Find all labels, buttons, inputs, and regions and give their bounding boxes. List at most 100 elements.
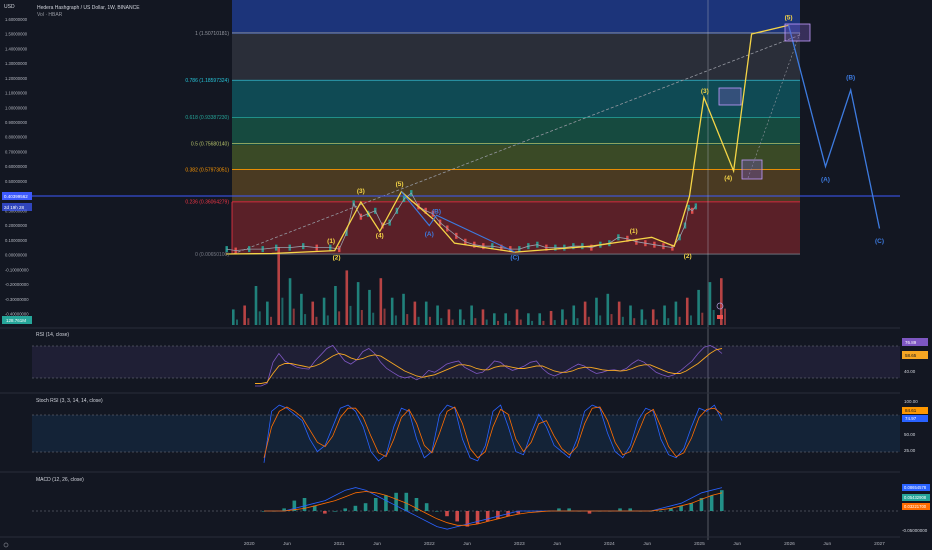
macd-bar bbox=[496, 511, 500, 519]
volume-bar bbox=[565, 319, 568, 325]
currency-label[interactable]: USD bbox=[4, 4, 15, 10]
fib-zones bbox=[232, 0, 800, 254]
wave-label: (4) bbox=[724, 175, 732, 182]
fib-zone-786 bbox=[232, 81, 800, 118]
stoch-label[interactable]: Stoch RSI (3, 3, 14, 14, close) bbox=[36, 398, 103, 404]
wave-label: (B) bbox=[432, 209, 441, 216]
wave4-box bbox=[741, 159, 763, 180]
volume-bar bbox=[587, 316, 590, 325]
time-tick: 2020 bbox=[244, 541, 255, 547]
time-tick: 2027 bbox=[874, 541, 885, 547]
time-tick: 2022 bbox=[424, 541, 435, 547]
rsi-label[interactable]: RSI (14, close) bbox=[36, 332, 69, 338]
volume-bar bbox=[572, 305, 576, 325]
macd-label[interactable]: MACD (12, 26, close) bbox=[36, 477, 84, 483]
volume-bar bbox=[519, 319, 522, 325]
volume-bar bbox=[288, 278, 292, 325]
volume-bar bbox=[292, 308, 295, 325]
fib-label: 1 (1.50710181) bbox=[195, 31, 229, 37]
volume-bar bbox=[413, 301, 417, 325]
volume-bar bbox=[277, 247, 280, 325]
chart-root: (1) (2) (3) (4) (5) (A) (B) (C) (1) (2) (3) (4) (5) (… bbox=[0, 0, 932, 550]
volume-bar bbox=[504, 313, 507, 325]
volume-bar bbox=[270, 316, 273, 325]
volume-bar bbox=[383, 308, 386, 325]
macd-bar bbox=[435, 511, 439, 512]
stoch-band bbox=[32, 415, 900, 452]
volume-bar bbox=[644, 319, 647, 325]
wave-label: (C) bbox=[875, 238, 884, 245]
time-tick: 2021 bbox=[334, 541, 345, 547]
price-tick: 1.40000000 bbox=[5, 46, 28, 51]
macd-tick: -0.05000000 bbox=[902, 528, 928, 533]
volume-bar bbox=[508, 320, 511, 325]
volume-bar bbox=[406, 314, 409, 325]
macd-bar bbox=[709, 495, 714, 511]
volume-bar bbox=[655, 319, 658, 325]
volume-bar bbox=[379, 278, 383, 325]
wave-label: (4) bbox=[376, 232, 384, 239]
volume-bar bbox=[360, 309, 363, 325]
chart-title[interactable]: Hedera Hashgraph / US Dollar, 1W, BINANC… bbox=[37, 5, 140, 11]
wave-label: (B) bbox=[846, 75, 855, 82]
volume-bar bbox=[527, 313, 530, 325]
volume-bar bbox=[701, 312, 704, 325]
volume-bar bbox=[640, 309, 644, 325]
macd-bar bbox=[689, 503, 694, 511]
countdown-text: 2d 19h 28 bbox=[4, 205, 25, 210]
price-tick: -0.40000000 bbox=[5, 312, 29, 317]
volume-label[interactable]: Vol · HBAR bbox=[37, 12, 63, 18]
volume-bar bbox=[515, 309, 519, 325]
fib-zone-1 bbox=[232, 34, 800, 81]
rsi-value2: 58.65 bbox=[905, 353, 917, 358]
volume-bar bbox=[368, 289, 371, 325]
current-price-text: 0.40399562 bbox=[4, 194, 28, 199]
volume-bar bbox=[629, 305, 632, 325]
macd-lines bbox=[264, 487, 723, 530]
volume-bar bbox=[595, 297, 598, 325]
price-axis-bg[interactable] bbox=[900, 0, 932, 550]
price-tick: 1.00000000 bbox=[5, 105, 28, 110]
volume-bar bbox=[258, 311, 261, 325]
volume-bar bbox=[462, 319, 465, 325]
stoch-value1: 84.61 bbox=[905, 408, 917, 413]
volume-bar bbox=[236, 319, 238, 325]
volume-bar bbox=[447, 309, 451, 325]
volume-bar bbox=[428, 316, 431, 325]
wave5-box bbox=[784, 23, 811, 42]
volume-bar bbox=[651, 309, 655, 325]
macd-bar bbox=[445, 511, 449, 517]
macd-bar bbox=[394, 492, 398, 511]
gear-icon[interactable] bbox=[3, 542, 9, 548]
price-tick: 0.20000000 bbox=[5, 223, 28, 228]
rsi-band bbox=[32, 346, 900, 378]
macd-bar bbox=[353, 505, 358, 511]
fib-label: 0.382 (0.57973051) bbox=[185, 167, 229, 173]
wave-label: (3) bbox=[701, 88, 709, 95]
wave-label: (3) bbox=[357, 188, 365, 195]
volume-bar bbox=[458, 309, 462, 325]
price-tick: 0.00000000 bbox=[5, 253, 28, 258]
price-tick: -0.30000000 bbox=[5, 297, 29, 302]
macd-bar bbox=[424, 503, 429, 511]
left-axis: 1.60000000 1.50000000 1.40000000 1.30000000… bbox=[5, 17, 29, 317]
macd-value1: 0.08654578 bbox=[904, 485, 927, 490]
price-candle bbox=[694, 203, 698, 210]
volume-bar bbox=[697, 289, 700, 325]
time-tick: Jun bbox=[553, 541, 561, 547]
macd-bar bbox=[323, 511, 327, 514]
price-tick: 1.50000000 bbox=[5, 32, 28, 37]
price-tick: 0.70000000 bbox=[5, 149, 28, 154]
fib-label: 0.618 (0.93387230) bbox=[185, 115, 229, 121]
volume-bar bbox=[232, 309, 235, 325]
volume-bar bbox=[254, 286, 258, 325]
volume-bar bbox=[349, 305, 352, 325]
time-tick: 2023 bbox=[514, 541, 525, 547]
price-tick: 0.10000000 bbox=[5, 238, 28, 243]
volume-bar bbox=[663, 305, 666, 325]
stoch-value2: 74.97 bbox=[905, 416, 917, 421]
fib-label: 0 (0.00650100) bbox=[195, 252, 229, 258]
rsi-value1: 76.89 bbox=[905, 340, 917, 345]
volume-bar bbox=[474, 318, 477, 325]
wave3-box bbox=[718, 87, 742, 106]
